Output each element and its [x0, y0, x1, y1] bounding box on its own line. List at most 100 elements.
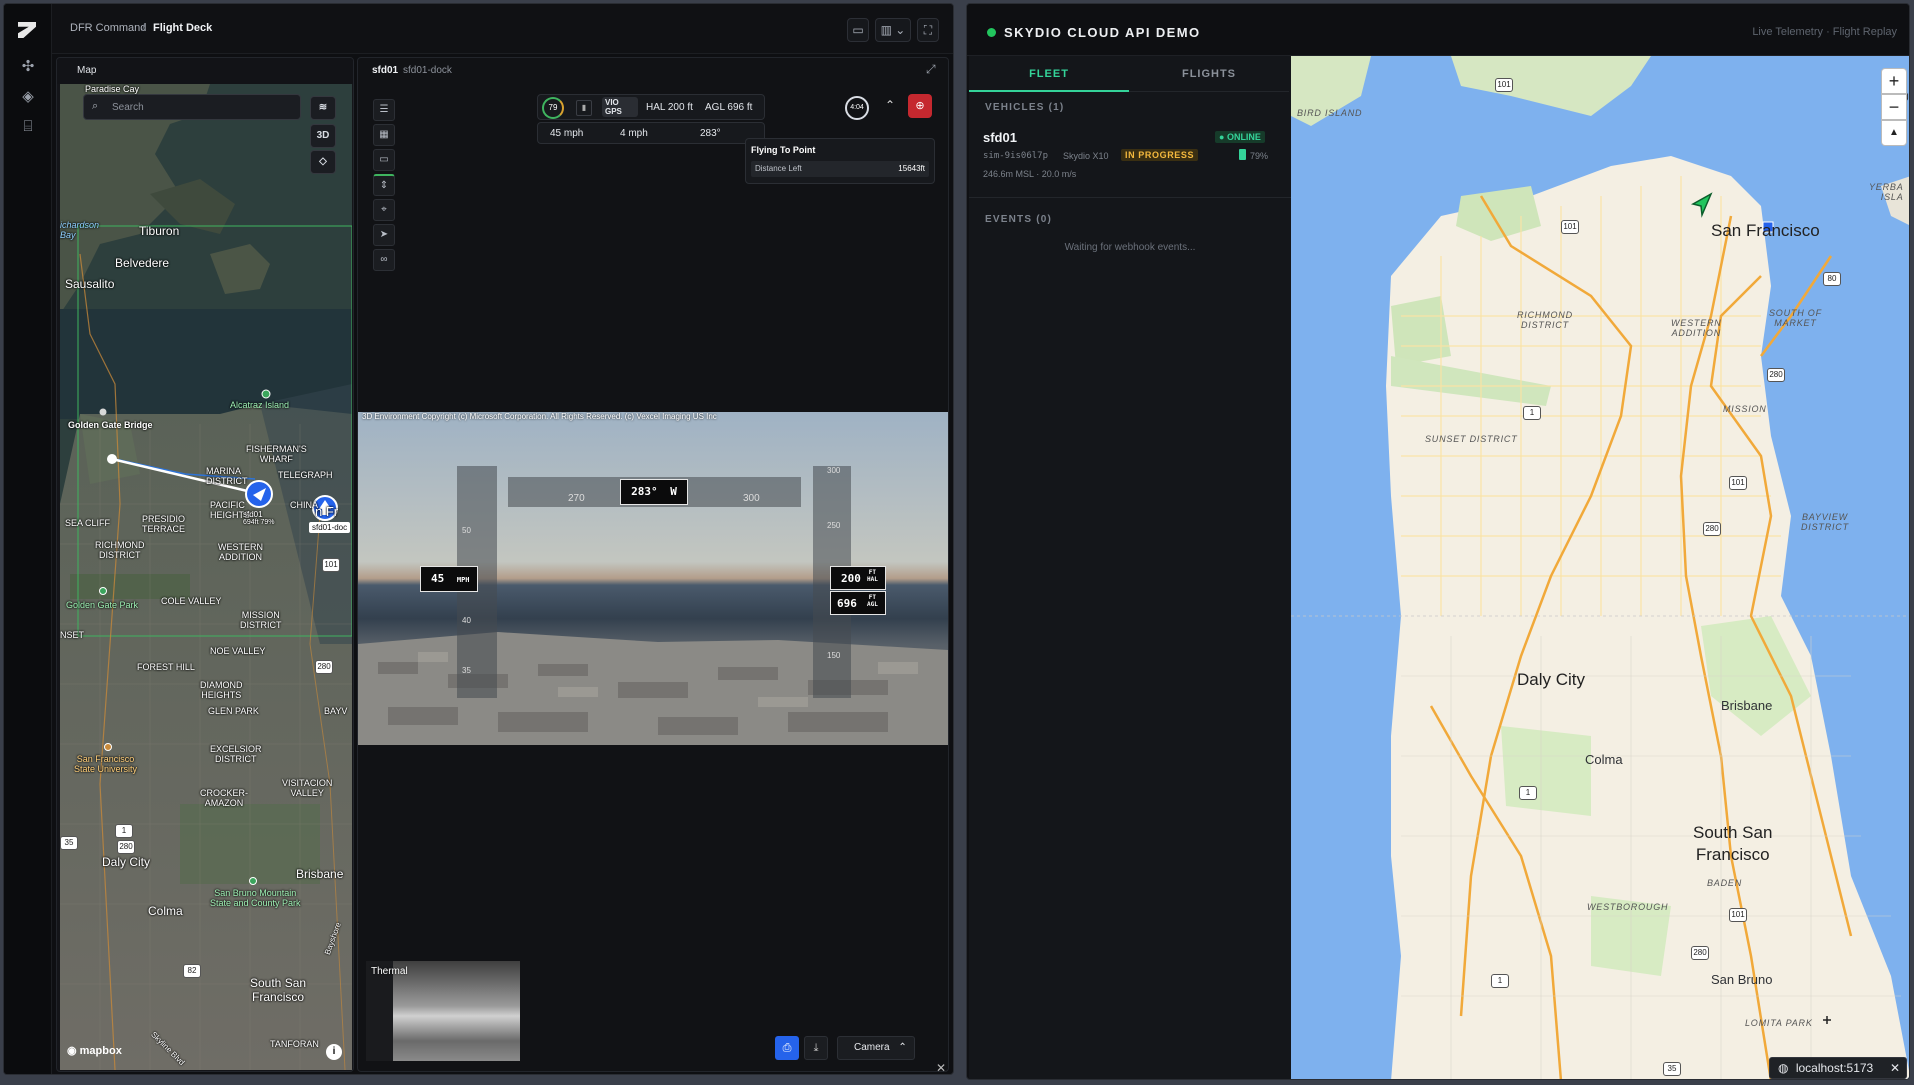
map-label-fishermans-wharf: FISHERMAN'S WHARF: [246, 444, 307, 464]
map-label-sausalito: Sausalito: [65, 277, 115, 291]
map-label-daly-city: Daly City: [1517, 670, 1586, 689]
tab-fleet[interactable]: FLEET: [969, 56, 1129, 92]
info-icon[interactable]: i: [326, 1044, 342, 1060]
globe-icon: ◍: [1778, 1061, 1789, 1075]
altitude-icon[interactable]: ⇕: [373, 174, 395, 196]
camera-feed[interactable]: 3D Environment Copyright (c) Microsoft C…: [358, 412, 948, 745]
camera-button[interactable]: Camera ⌃: [837, 1036, 915, 1060]
agl-readout: AGL 696 ft: [705, 102, 753, 113]
satellite-map[interactable]: ⌕ Search ≋ 3D ◇ Paradise Cay ichardson B…: [60, 84, 352, 1070]
drone-tag: sfd01: [243, 510, 263, 519]
record-icon[interactable]: ⎙: [775, 1036, 799, 1060]
map-label-westborough: WESTBOROUGH: [1587, 902, 1669, 912]
alt-tick: 300: [827, 466, 841, 475]
expand-icon[interactable]: ⤢: [926, 62, 936, 77]
dock-icon[interactable]: ⌸: [18, 117, 38, 137]
route-shield: 80: [1823, 272, 1841, 286]
mapbox-icon: ◉: [67, 1045, 80, 1057]
mapbox-attribution: mapbox: [79, 1045, 122, 1057]
map-label-tanforan: TANFORAN: [270, 1039, 319, 1049]
sliders-icon[interactable]: ☰: [373, 99, 395, 121]
route-shield: 280: [1767, 368, 1785, 382]
map-panel-title: Map: [57, 58, 353, 84]
binoculars-icon[interactable]: ∞: [373, 249, 395, 271]
speed-tick: 35: [462, 666, 471, 675]
map-search[interactable]: ⌕ Search: [83, 94, 301, 120]
hal-box-unit: FT HAL: [867, 569, 878, 583]
map-label-diamond-heights: DIAMOND HEIGHTS: [200, 680, 243, 700]
vehicle-name: sfd01: [983, 130, 1017, 145]
locate-icon[interactable]: ◇: [310, 150, 336, 174]
map-label-nset: NSET: [60, 630, 85, 640]
tab-flights[interactable]: FLIGHTS: [1129, 56, 1289, 92]
map-label-telegraph: TELEGRAPH: [278, 470, 333, 480]
fullscreen-icon[interactable]: ⛶: [917, 18, 939, 42]
chevron-up-icon[interactable]: ⌃: [885, 98, 895, 112]
speed-readout: 45 mph: [550, 128, 584, 139]
hal-box: 200 FT HAL: [830, 566, 886, 590]
map-label-bayv: BAYV: [324, 706, 348, 716]
drone-tag-sub: 694ft 79%: [243, 519, 275, 526]
breadcrumb-root[interactable]: DFR Command: [70, 22, 146, 34]
dock-tag[interactable]: sfd01-doc: [309, 522, 351, 533]
map-label-bird-island: BIRD ISLAND: [1297, 108, 1363, 118]
hal-unit-top: FT: [868, 569, 877, 576]
route-shield: 35: [60, 836, 78, 850]
flight-deck-window: ✣ ◈ ⌸ DFR Command / Flight Deck ▭ ▥ ⌄ ⛶ …: [3, 3, 954, 1075]
map-label-glen-park: GLEN PARK: [208, 706, 259, 716]
localhost-badge[interactable]: ◍ localhost:5173 ✕: [1769, 1057, 1907, 1079]
flight-deck-panel: sfd01 sfd01-dock ⤢ ☰ ▦ ▭ ⇕ ⌖ ➤ ∞ 79 ▮ VI…: [357, 57, 949, 1072]
agl-box-value: 696: [837, 597, 857, 610]
map-label-presidio-terrace: PRESIDIO TERRACE: [142, 514, 186, 534]
download-icon[interactable]: ⤓: [804, 1036, 828, 1060]
zoom-in-button[interactable]: +: [1881, 68, 1907, 94]
street-map[interactable]: BIRD ISLAND San Francisco RICHMOND DISTR…: [1291, 56, 1909, 1079]
cursor-icon[interactable]: ➤: [373, 224, 395, 246]
3d-toggle-button[interactable]: 3D: [310, 124, 336, 148]
route-shield: 280: [315, 660, 333, 674]
fleet-sidebar: FLEET FLIGHTS VEHICLES (1) sfd01 ● ONLIN…: [969, 56, 1291, 1079]
agl-unit-top: FT: [868, 594, 877, 601]
alt-tick: 150: [827, 651, 841, 660]
card-icon[interactable]: ▭: [373, 149, 395, 171]
grid-icon[interactable]: ▦: [373, 124, 395, 146]
compass-icon[interactable]: ▲: [1881, 120, 1907, 146]
map-label-sea-cliff: SEA CLIFF: [65, 518, 111, 528]
map-label-richardson-bay: ichardson Bay: [60, 220, 100, 240]
localhost-text: localhost:5173: [1795, 1061, 1874, 1075]
app-logo[interactable]: [18, 22, 36, 38]
map-label-forest-hill: FOREST HILL: [137, 662, 195, 672]
waypoint-icon[interactable]: ◈: [18, 87, 38, 107]
mission-title: Flying To Point: [751, 145, 816, 155]
emergency-stop-button[interactable]: ⊕: [908, 94, 932, 118]
vehicle-battery: 79%: [1250, 151, 1269, 161]
layout-icon[interactable]: ▥ ⌄: [875, 18, 911, 42]
thermal-pip[interactable]: Thermal: [366, 961, 520, 1061]
map-label-san-francisco: San Francisco: [1711, 221, 1820, 240]
route-shield: 101: [1729, 476, 1747, 490]
events-header: EVENTS (0): [985, 214, 1053, 225]
alt-tick: 250: [827, 521, 841, 530]
map-label-brisbane: Brisbane: [1721, 698, 1773, 713]
mapbox-logo: ◉ mapbox: [67, 1044, 122, 1057]
drone-icon[interactable]: ✣: [18, 57, 38, 77]
layers-icon[interactable]: ≋: [310, 96, 336, 120]
wind-readout: 4 mph: [620, 128, 648, 139]
deck-vehicle-name: sfd01: [372, 65, 399, 76]
speed-box-value: 45: [431, 572, 445, 585]
zoom-out-button[interactable]: −: [1881, 94, 1907, 120]
satellite-imagery: [60, 84, 352, 1070]
api-demo-window: SKYDIO CLOUD API DEMO Live Telemetry · F…: [966, 3, 1910, 1080]
route-shield: 101: [1561, 220, 1579, 234]
map-label-south-of-market: SOUTH OF MARKET: [1769, 308, 1822, 328]
vehicle-card[interactable]: sfd01 ● ONLINE sim-9is06l7p Skydio X10 I…: [969, 116, 1291, 198]
route-shield: 1: [1523, 406, 1541, 420]
timer-value: 4:04: [850, 104, 864, 111]
map-label-excelsior: EXCELSIOR DISTRICT: [210, 744, 262, 764]
map-view-icon[interactable]: ▭: [847, 18, 869, 42]
map-label-tiburon: Tiburon: [139, 224, 180, 238]
close-icon[interactable]: ✕: [936, 1061, 946, 1074]
signal-icon: ▮: [576, 100, 592, 116]
pin-icon[interactable]: ⌖: [373, 199, 395, 221]
close-icon[interactable]: ✕: [1890, 1058, 1900, 1078]
